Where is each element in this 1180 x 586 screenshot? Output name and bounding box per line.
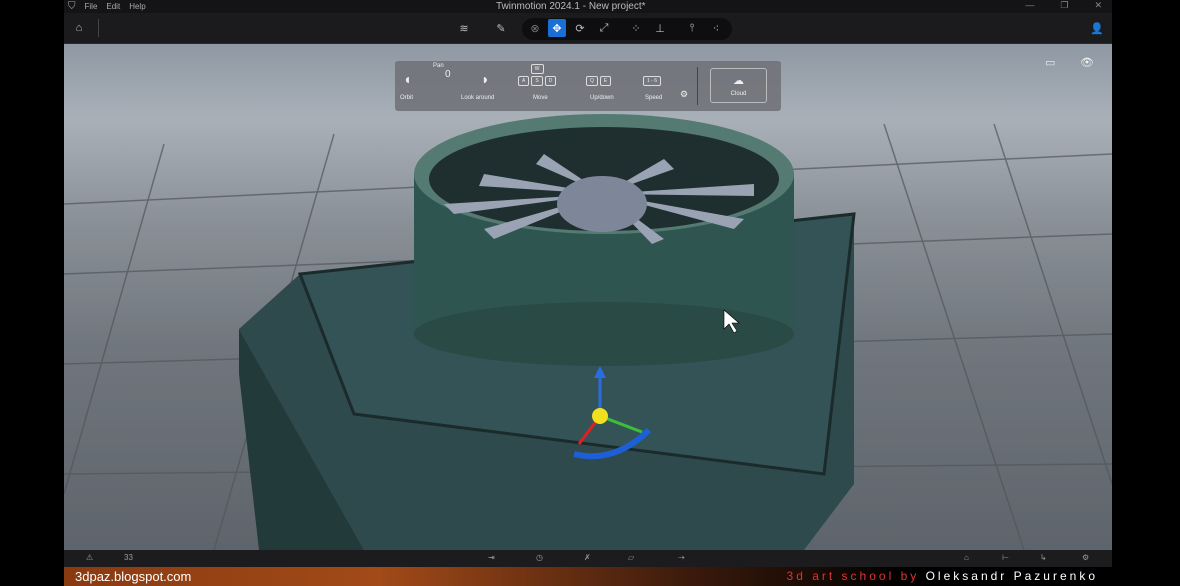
app-logo-icon: ⛉ <box>68 1 76 12</box>
warning-icon[interactable]: ⚠ <box>86 553 93 562</box>
cloud-label: Cloud <box>730 91 747 97</box>
close-window-button[interactable]: ✕ <box>1094 0 1102 11</box>
credit-name: Oleksandr Pazurenko <box>925 569 1098 583</box>
navigation-help-panel: Orbit Pan Look around ◖ 0 ◗ W ASD Move Q… <box>395 61 781 111</box>
3d-viewport[interactable]: Orbit Pan Look around ◖ 0 ◗ W ASD Move Q… <box>64 44 1112 550</box>
cloud-button[interactable]: ☁ Cloud <box>710 68 767 103</box>
menu-file[interactable]: File <box>85 2 98 11</box>
mouse-right-icon: ◗ <box>481 71 490 87</box>
menu-help[interactable]: Help <box>129 2 145 11</box>
rotate-icon[interactable]: ⟳ <box>571 19 589 37</box>
scene-icon[interactable]: ⊢ <box>1002 553 1009 562</box>
maximize-button[interactable]: ❐ <box>1060 0 1068 11</box>
tools-icon[interactable]: ✗ <box>584 553 591 562</box>
bottom-dock: ⚠ 33 ⇥ ◷ ✗ ▱ ⇢ ⌂ ⊢ ↳ ⚙ <box>64 550 1112 567</box>
properties-icon[interactable]: ↳ <box>1040 553 1047 562</box>
updown-label: Up/down <box>590 95 614 101</box>
snap-icon[interactable]: ⁘ <box>627 19 645 37</box>
credit-prefix: 3d art school by <box>786 569 926 583</box>
home-icon[interactable]: ⌂ <box>70 19 88 37</box>
scale-icon[interactable]: ⤢ <box>595 19 613 37</box>
minimize-button[interactable]: — <box>1025 0 1034 11</box>
layers-icon[interactable]: ≋ <box>455 19 473 37</box>
key-e: E <box>599 76 612 86</box>
watermark-banner: 3dpaz.blogspot.com 3d art school by Olek… <box>64 567 1112 586</box>
menu-edit[interactable]: Edit <box>106 2 120 11</box>
view-eye-icon[interactable]: 👁 <box>1080 56 1094 69</box>
library-icon[interactable]: ⌂ <box>964 553 969 562</box>
close-icon[interactable]: ⊗ <box>526 19 544 37</box>
drop-to-floor-icon[interactable]: ⊥ <box>651 19 669 37</box>
look-around-label: Look around <box>461 95 495 101</box>
key-d: D <box>544 76 557 86</box>
window-title: Twinmotion 2024.1 - New project* <box>496 1 646 12</box>
move-icon[interactable]: ✥ <box>548 19 566 37</box>
export-icon[interactable]: ⇢ <box>678 553 685 562</box>
site-url: 3dpaz.blogspot.com <box>75 569 192 584</box>
clock-icon[interactable]: ◷ <box>536 553 543 562</box>
toolbar: ⌂ ≋ ✎ ⊗ ✥ ⟳ ⤢ ⁘ ⊥ ⫯ ⁖ 👤 <box>64 13 1112 44</box>
pan-label: Pan <box>433 63 444 69</box>
speed-label: Speed <box>645 95 663 101</box>
settings-dock-icon[interactable]: ⚙ <box>1082 553 1089 562</box>
twinmotion-window: ⛉ File Edit Help Twinmotion 2024.1 - New… <box>64 0 1112 567</box>
media-icon[interactable]: ▱ <box>628 553 634 562</box>
speed-keys: 1 - 6 <box>643 76 662 86</box>
title-bar: ⛉ File Edit Help Twinmotion 2024.1 - New… <box>64 0 1112 13</box>
panel-toggle-icon[interactable]: ▭ <box>1045 56 1055 69</box>
import-icon[interactable]: ⇥ <box>488 553 495 562</box>
key-a: A <box>518 76 530 86</box>
mouse-middle-icon: 0 <box>445 69 451 80</box>
multi-select-icon[interactable]: ⁖ <box>707 19 725 37</box>
scene-render <box>64 114 1112 550</box>
cloud-icon: ☁ <box>733 75 744 87</box>
move-label: Move <box>533 95 548 101</box>
settings-icon[interactable]: ⚙ <box>680 89 688 100</box>
eyedropper-icon[interactable]: ✎ <box>492 19 510 37</box>
pivot-icon[interactable]: ⫯ <box>683 19 701 37</box>
mouse-left-icon: ◖ <box>403 71 412 87</box>
key-q: Q <box>586 76 598 86</box>
orbit-label: Orbit <box>400 95 414 101</box>
user-icon[interactable]: 👤 <box>1088 19 1106 37</box>
counter-value: 33 <box>124 553 133 562</box>
credit-text: 3d art school by Oleksandr Pazurenko <box>787 569 1098 583</box>
key-s: S <box>531 76 543 86</box>
key-w: W <box>530 64 544 74</box>
